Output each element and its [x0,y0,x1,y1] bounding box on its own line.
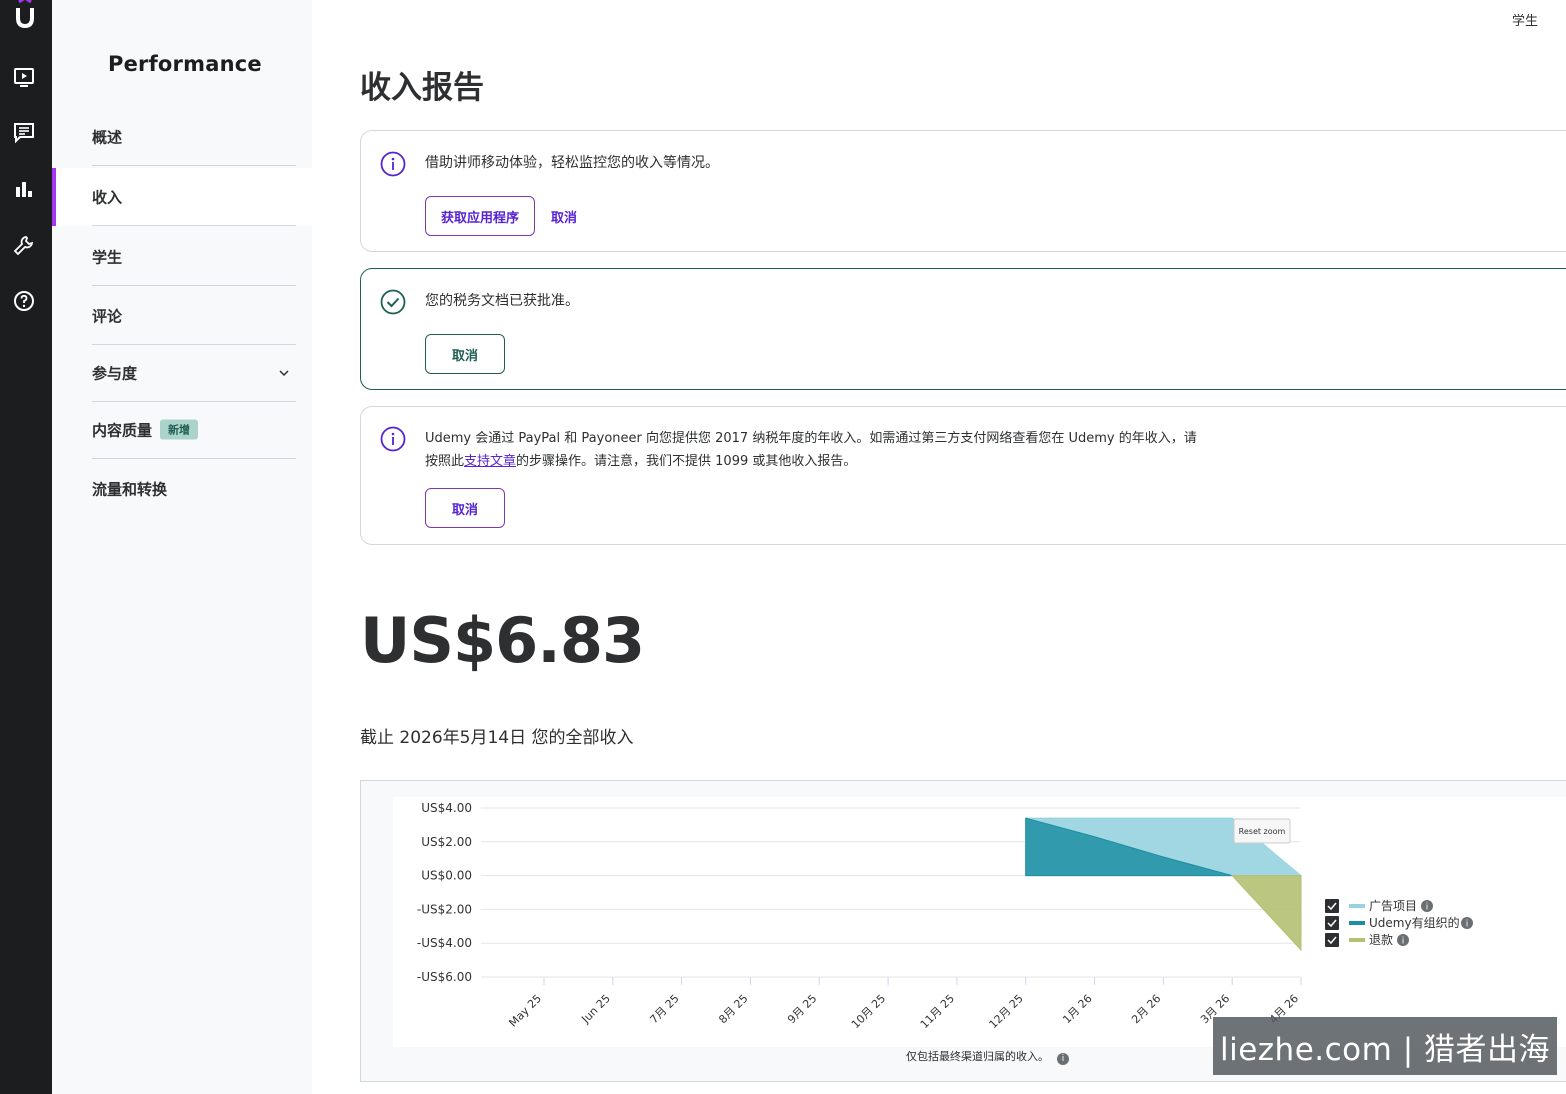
sidebar-item-reviews[interactable]: 评论 [52,287,312,345]
sidebar-item-label: 收入 [92,188,123,207]
info-icon-glyph: i [1426,903,1429,913]
info-icon-glyph: i [1402,937,1405,947]
y-tick-label: -US$2.00 [417,902,472,916]
alert-text: 按照此 [425,454,465,469]
help-icon[interactable] [12,289,36,313]
sidebar-item-students[interactable]: 学生 [52,228,312,286]
sidebar-item-label: 内容质量 新增 [92,419,199,441]
performance-bar-chart-icon[interactable] [12,177,36,201]
communication-icon[interactable] [12,120,36,144]
page-title: 收入报告 [360,70,484,106]
alert-message: Udemy 会通过 PayPal 和 Payoneer 向您提供您 2017 纳… [425,427,1197,473]
alert-message: 借助讲师移动体验，轻松监控您的收入等情况。 [425,155,719,171]
footnote-text: 仅包括最终渠道归属的收入。 [906,1050,1049,1063]
course-video-icon[interactable] [12,65,36,89]
legend-label: 退款 [1369,933,1393,947]
sidebar-item-content-quality[interactable]: 内容质量 新增 [52,401,312,459]
divider [92,285,296,286]
sidebar-item-traffic-conversion[interactable]: 流量和转换 [52,460,312,518]
sidebar-item-label: 评论 [92,307,123,326]
y-tick-label: US$0.00 [421,869,472,883]
y-tick-label: -US$4.00 [417,936,472,950]
sidebar-item-revenue[interactable]: 收入 [52,168,312,226]
sidebar: Performance 概述 收入 学生 评论 参与度 内容质量 新增 流量和转换 [52,0,312,1094]
dismiss-button[interactable]: 取消 [425,334,505,374]
sidebar-item-overview[interactable]: 概述 [52,108,312,166]
divider [92,225,296,226]
chevron-down-icon [279,370,289,377]
divider [92,165,296,166]
total-revenue: US$6.83 [360,604,645,677]
watermark: liezhe.com | 猎者出海 [1213,1017,1557,1075]
student-view-link[interactable]: 学生 [1512,10,1538,29]
info-icon-glyph: i [1466,920,1469,930]
sidebar-item-label: 参与度 [92,364,138,383]
y-tick-label: -US$6.00 [417,970,472,984]
info-icon[interactable]: i [1057,1053,1069,1065]
sidebar-item-label: 流量和转换 [92,480,168,499]
y-tick-label: US$2.00 [421,835,472,849]
sidebar-item-engagement[interactable]: 参与度 [52,344,312,402]
success-check-icon [380,289,406,315]
info-icon [380,426,406,452]
divider [92,458,296,459]
reset-zoom-label: Reset zoom [1239,827,1286,836]
payout-info-alert: Udemy 会通过 PayPal 和 Payoneer 向您提供您 2017 纳… [360,406,1566,545]
get-app-button[interactable]: 获取应用程序 [425,196,535,236]
legend-swatch [1349,904,1365,908]
legend-swatch [1349,938,1365,942]
chart-footnote: 仅包括最终渠道归属的收入。 i [906,1048,1069,1065]
revenue-as-of-text: 截止 2026年5月14日 您的全部收入 [360,728,634,748]
legend-label: 广告项目 [1369,899,1417,913]
legend-swatch [1349,921,1365,925]
alert-text: 的步骤操作。请注意，我们不提供 1099 或其他收入报告。 [516,454,857,469]
sidebar-item-label: 概述 [92,128,123,147]
tools-wrench-icon[interactable] [12,233,36,257]
legend-checkbox[interactable] [1325,933,1339,947]
info-icon [380,151,406,177]
sidebar-item-label: 学生 [92,248,123,267]
icon-rail [0,0,52,1094]
dismiss-button[interactable]: 取消 [551,207,577,226]
sidebar-item-text: 内容质量 [92,421,153,440]
alert-message-line: 按照此支持文章的步骤操作。请注意，我们不提供 1099 或其他收入报告。 [425,450,1197,473]
sidebar-title: Performance [108,52,262,76]
y-tick-label: US$4.00 [421,801,472,815]
udemy-logo-icon[interactable] [12,0,38,30]
tax-approved-alert: 您的税务文档已获批准。 取消 [360,268,1566,390]
dismiss-button[interactable]: 取消 [425,488,505,528]
legend-checkbox[interactable] [1325,899,1339,913]
support-article-link[interactable]: 支持文章 [464,454,516,469]
legend-label: Udemy有组织的 [1369,915,1460,930]
alert-message: 您的税务文档已获批准。 [425,293,579,309]
mobile-app-alert: 借助讲师移动体验，轻松监控您的收入等情况。 获取应用程序 取消 [360,130,1566,252]
new-badge: 新增 [160,419,199,440]
legend-checkbox[interactable] [1325,916,1339,930]
alert-message-line: Udemy 会通过 PayPal 和 Payoneer 向您提供您 2017 纳… [425,431,1197,446]
